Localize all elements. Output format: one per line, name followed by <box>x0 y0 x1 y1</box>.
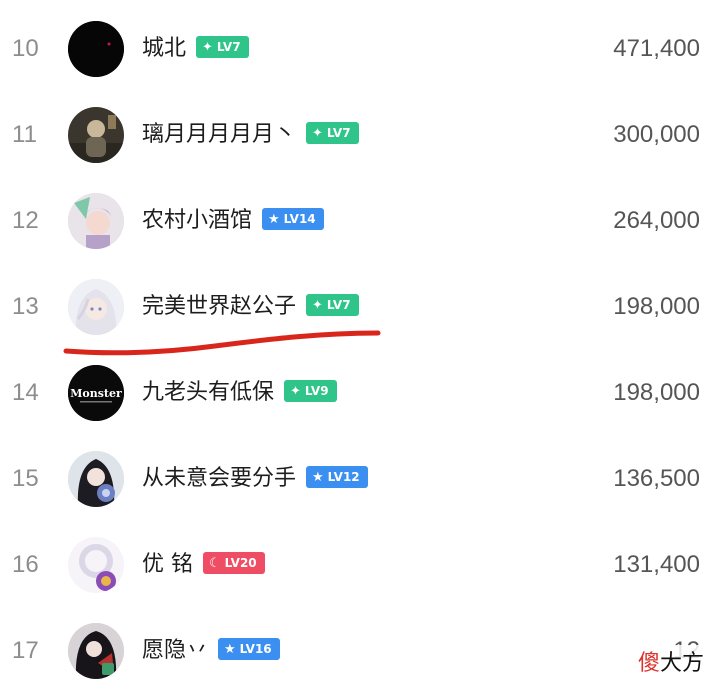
avatar[interactable]: Monster <box>68 365 124 421</box>
rank-number: 14 <box>12 379 39 406</box>
avatar[interactable] <box>68 451 124 507</box>
user-name[interactable]: 完美世界赵公子 ✦ LV7 <box>142 264 359 350</box>
level-badge: ★ LV14 <box>262 208 324 230</box>
level-badge: ✦ LV7 <box>306 122 359 144</box>
user-name[interactable]: 城北 ✦ LV7 <box>142 6 249 92</box>
score-value: 471,400 <box>613 35 700 62</box>
user-name-text: 城北 <box>142 36 187 61</box>
avatar[interactable] <box>68 279 124 335</box>
score-value: 198,000 <box>613 379 700 406</box>
list-item[interactable]: 10 城北 ✦ LV7 471,400 <box>0 6 720 92</box>
avatar[interactable] <box>68 193 124 249</box>
list-item[interactable]: 16 优 铭 ☾ LV20 131,400 <box>0 522 720 608</box>
user-name[interactable]: 九老头有低保 ✦ LV9 <box>142 350 337 436</box>
list-item[interactable]: 14 Monster 九老头有低保 ✦ LV9 198,000 <box>0 350 720 436</box>
score-value: 131,400 <box>613 551 700 578</box>
level-badge: ☾ LV20 <box>203 552 265 574</box>
sparkle-icon: ✦ <box>312 126 323 141</box>
sparkle-icon: ✦ <box>312 298 323 313</box>
list-item[interactable]: 15 从未意会要分手 ★ LV12 136,500 <box>0 436 720 522</box>
list-item[interactable]: 17 愿隐丷★LV16 12 <box>0 608 720 694</box>
star-icon: ★ <box>224 642 236 657</box>
avatar[interactable] <box>68 537 124 593</box>
user-name-text: 从未意会要分手 <box>142 466 297 491</box>
rank-number: 10 <box>12 35 39 62</box>
user-name[interactable]: 从未意会要分手 ★ LV12 <box>142 436 368 522</box>
rank-number: 16 <box>12 551 39 578</box>
user-name[interactable]: 愿隐丷 ★ LV16 <box>142 608 280 694</box>
user-name[interactable]: 璃月月月月月丶 ✦ LV7 <box>142 92 359 178</box>
level-badge: ★ LV12 <box>306 466 368 488</box>
rank-number: 15 <box>12 465 39 492</box>
user-name-text: 完美世界赵公子 <box>142 294 297 319</box>
avatar[interactable] <box>68 107 124 163</box>
level-badge: ✦ LV7 <box>306 294 359 316</box>
rank-number: 11 <box>12 121 37 148</box>
avatar-monster-text: Monster <box>70 387 122 400</box>
user-name[interactable]: 优 铭 ☾ LV20 <box>142 522 265 608</box>
star-icon: ★ <box>268 212 280 227</box>
leaderboard-list: 10 城北 ✦ LV7 471,400 11 璃月月月月月丶 ✦ LV7 300,000… <box>0 0 720 695</box>
watermark: 傻大方 <box>635 645 706 677</box>
rank-number: 17 <box>12 637 39 664</box>
score-value: 300,000 <box>613 121 700 148</box>
sparkle-icon: ✦ <box>290 384 301 399</box>
list-item[interactable]: 11 璃月月月月月丶 ✦ LV7 300,000 <box>0 92 720 178</box>
score-value: 136,500 <box>613 465 700 492</box>
user-name-text: 农村小酒馆 <box>142 208 253 233</box>
user-name-text: 愿隐丷 <box>142 638 209 663</box>
level-badge: ★ LV16 <box>218 638 280 660</box>
level-badge: ✦ LV9 <box>284 380 337 402</box>
user-name[interactable]: 农村小酒馆 ★ LV14 <box>142 178 324 264</box>
list-item[interactable]: 12 农村小酒馆 ★ LV14 264,000 <box>0 178 720 264</box>
list-item[interactable]: 13 完美世界赵公子 ✦ LV7 198,000 <box>0 264 720 350</box>
level-badge: ✦ LV7 <box>196 36 249 58</box>
sparkle-icon: ✦ <box>202 40 213 55</box>
user-name-text: 璃月月月月月丶 <box>142 122 297 147</box>
rank-number: 12 <box>12 207 39 234</box>
avatar[interactable] <box>68 21 124 77</box>
star-icon: ★ <box>312 470 324 485</box>
user-name-text: 九老头有低保 <box>142 380 275 405</box>
score-value: 198,000 <box>613 293 700 320</box>
moon-icon: ☾ <box>209 556 221 571</box>
rank-number: 13 <box>12 293 39 320</box>
avatar[interactable] <box>68 623 124 679</box>
user-name-text: 优 铭 <box>142 552 193 577</box>
score-value: 264,000 <box>613 207 700 234</box>
